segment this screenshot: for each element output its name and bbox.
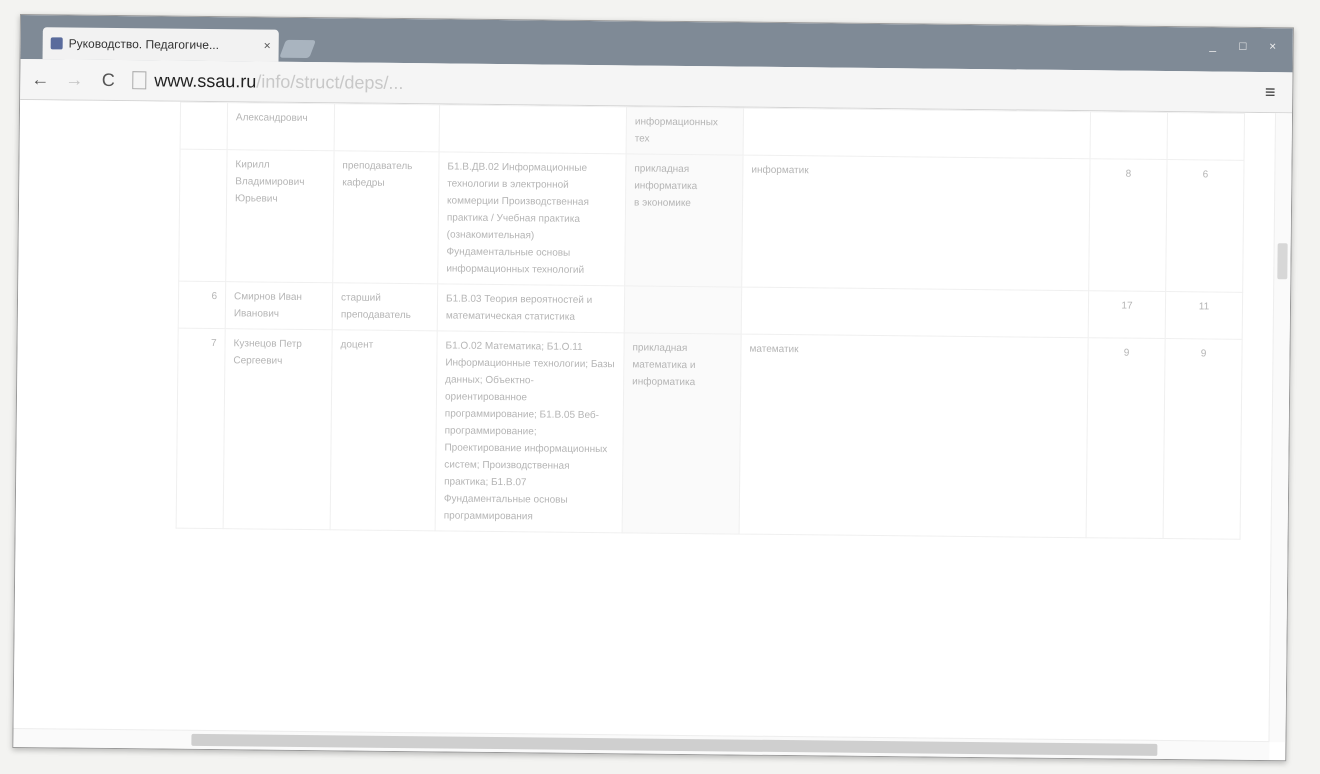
cell-disciplines: Б1.В.03 Теория вероятностей и математиче… xyxy=(437,283,625,333)
cell-experience-specialty xyxy=(1167,112,1245,161)
browser-window: Руководство. Педагогиче... × _ □ × ← → C… xyxy=(12,14,1294,762)
url-host: www.ssau.ru xyxy=(154,69,257,91)
hamburger-icon: ≡ xyxy=(1264,81,1276,102)
page-viewport: Александрович информационных тех Кирилл Вл… xyxy=(13,100,1293,743)
cell-experience-total: 9 xyxy=(1086,337,1166,539)
row-number: 7 xyxy=(176,328,226,529)
cell-experience-specialty: 6 xyxy=(1165,159,1245,293)
forward-button[interactable]: → xyxy=(60,65,88,93)
cell-position: старший преподаватель xyxy=(332,282,438,331)
cell-qualification: математик xyxy=(739,334,1089,538)
cell-education: прикладная математика и информатика xyxy=(622,332,742,535)
cell-education xyxy=(624,285,742,335)
cell-education: прикладная информатика в экономике xyxy=(624,153,744,288)
cell-disciplines: Б1.В.ДВ.02 Информационные технологии в э… xyxy=(437,151,627,286)
cell-qualification xyxy=(741,287,1089,338)
back-button[interactable]: ← xyxy=(26,65,54,93)
minimize-button[interactable]: _ xyxy=(1203,37,1223,53)
cell-disciplines: Б1.О.02 Математика; Б1.О.11 Информационн… xyxy=(435,330,625,533)
cell-qualification xyxy=(743,108,1091,159)
cell-experience-total: 8 xyxy=(1088,158,1168,292)
row-number xyxy=(180,102,228,150)
close-window-button[interactable]: × xyxy=(1263,38,1283,54)
cell-experience-specialty: 11 xyxy=(1165,291,1243,340)
tab-close-icon[interactable]: × xyxy=(264,39,271,53)
maximize-button[interactable]: □ xyxy=(1233,38,1253,54)
reload-icon: C xyxy=(101,69,115,90)
cell-experience-total xyxy=(1090,111,1168,160)
cell-name: Александрович xyxy=(227,102,335,151)
cell-qualification: информатик xyxy=(741,155,1091,291)
table-row: 7 Кузнецов Петр Сергеевич доцент Б1.О.02 Ма… xyxy=(176,328,1243,540)
arrow-right-icon: → xyxy=(65,68,84,90)
row-number: 6 xyxy=(178,281,226,329)
menu-button[interactable]: ≡ xyxy=(1256,81,1284,102)
cell-position: доцент xyxy=(330,329,438,531)
cell-disciplines xyxy=(439,104,627,154)
reload-button[interactable]: C xyxy=(94,66,122,94)
table-row: Кирилл Владимирович Юрьевич преподаватель… xyxy=(178,149,1245,293)
favicon-icon xyxy=(50,37,63,50)
new-tab-button[interactable] xyxy=(279,39,317,59)
cell-position: преподаватель кафедры xyxy=(332,150,440,284)
cell-name: Кирилл Владимирович Юрьевич xyxy=(225,149,335,283)
tab-title: Руководство. Педагогиче... xyxy=(68,36,220,53)
cell-name: Смирнов Иван Иванович xyxy=(225,281,333,330)
arrow-left-icon: ← xyxy=(31,68,50,89)
row-number xyxy=(178,149,228,282)
vertical-scroll-thumb[interactable] xyxy=(1277,243,1288,280)
page-icon xyxy=(132,71,147,90)
url-path: /info/struct/deps/... xyxy=(256,70,404,93)
cell-position xyxy=(334,103,440,152)
cell-education: информационных тех xyxy=(626,106,744,156)
tab-active[interactable]: Руководство. Педагогиче... × xyxy=(42,27,279,62)
window-controls: _ □ × xyxy=(1203,37,1283,54)
cell-experience-total: 17 xyxy=(1088,290,1166,339)
address-bar[interactable]: www.ssau.ru /info/struct/deps/... xyxy=(132,66,1256,106)
cell-experience-specialty: 9 xyxy=(1163,338,1243,540)
staff-table: Александрович информационных тех Кирилл Вл… xyxy=(176,102,1245,540)
cell-name: Кузнецов Петр Сергеевич xyxy=(223,328,333,530)
